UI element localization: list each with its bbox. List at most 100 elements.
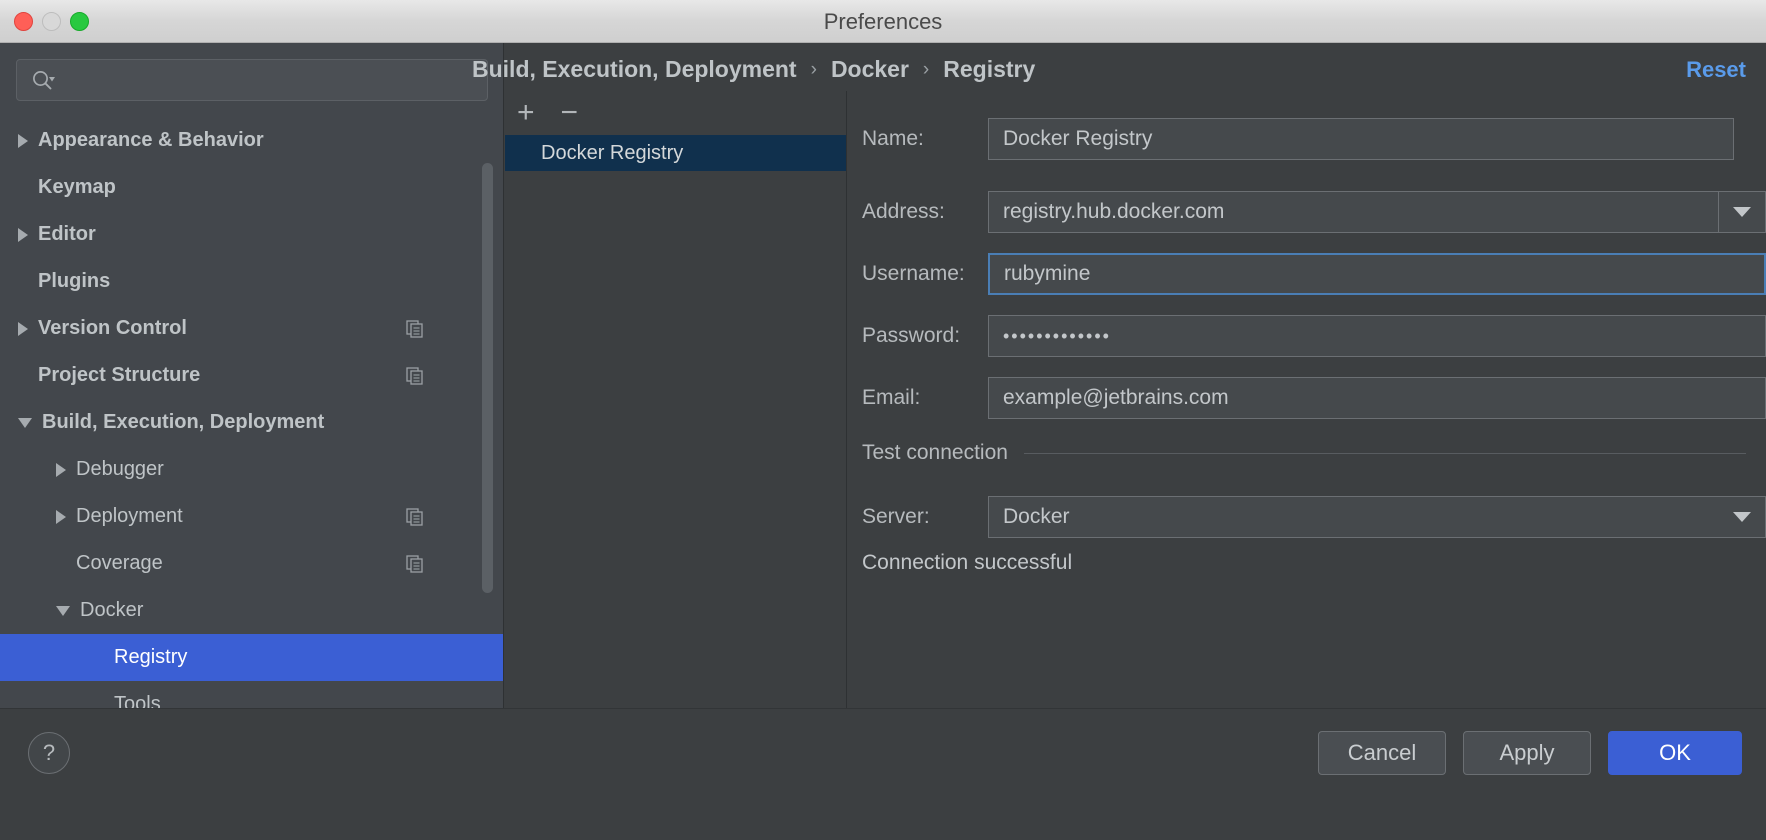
breadcrumb: Build, Execution, Deployment › Docker › Regi… (472, 48, 1035, 91)
preferences-window: Preferences Appearance & Behavior Keymap… (0, 0, 1766, 840)
sidebar-item-label: Deployment (76, 505, 183, 527)
sidebar-item-build-execution-deployment[interactable]: Build, Execution, Deployment (0, 399, 503, 446)
chevron-right-icon[interactable] (56, 462, 66, 477)
sidebar-item-label: Editor (38, 223, 96, 245)
title-bar: Preferences (0, 0, 1766, 43)
search-field-wrapper (16, 59, 488, 102)
server-combobox[interactable]: Docker (988, 496, 1766, 538)
sidebar-item-label: Appearance & Behavior (38, 129, 264, 151)
copy-settings-icon (406, 507, 424, 526)
sidebar-item-label: Version Control (38, 317, 187, 339)
sidebar-item-deployment[interactable]: Deployment (0, 493, 503, 540)
sidebar-item-project-structure[interactable]: Project Structure (0, 352, 503, 399)
copy-settings-icon (406, 319, 424, 338)
address-dropdown-button[interactable] (1718, 192, 1765, 232)
test-connection-separator: Test connection (848, 441, 1766, 465)
add-registry-button[interactable]: + (517, 98, 535, 128)
registry-list: Docker Registry (505, 135, 846, 708)
settings-sidebar: Appearance & Behavior Keymap Editor Plugins… (0, 43, 504, 746)
registry-form-panel: Build, Execution, Deployment › Docker › Regi… (472, 56, 1766, 708)
username-field-row: Username: rubymine (848, 253, 1766, 295)
username-label: Username: (862, 262, 965, 285)
sidebar-item-label: Plugins (38, 270, 111, 292)
password-masked-value: ••••••••••••• (1003, 325, 1111, 346)
sidebar-item-version-control[interactable]: Version Control (0, 305, 503, 352)
breadcrumb-bar: Build, Execution, Deployment › Docker › Regi… (472, 48, 1766, 91)
chevron-right-icon[interactable] (18, 321, 28, 336)
remove-registry-button[interactable]: − (561, 98, 579, 128)
sidebar-item-label: Project Structure (38, 364, 201, 386)
breadcrumb-separator: › (810, 58, 817, 80)
email-label: Email: (862, 386, 921, 409)
copy-settings-icon (406, 366, 424, 385)
apply-button[interactable]: Apply (1463, 731, 1591, 775)
breadcrumb-part: Registry (943, 56, 1036, 82)
list-item[interactable]: Docker Registry (505, 135, 846, 171)
chevron-down-icon (1733, 512, 1751, 522)
username-input[interactable]: rubymine (988, 253, 1766, 295)
registry-list-panel: + − Docker Registry (505, 91, 847, 708)
maximize-button[interactable] (70, 12, 89, 31)
sidebar-item-label: Debugger (76, 458, 164, 480)
address-value: registry.hub.docker.com (1003, 200, 1225, 223)
password-input[interactable]: ••••••••••••• (988, 315, 1766, 357)
separator-line (1023, 452, 1746, 454)
connection-status: Connection successful (862, 551, 1073, 574)
registry-list-toolbar: + − (505, 91, 846, 135)
test-connection-label: Test connection (862, 441, 1008, 464)
sidebar-item-registry[interactable]: Registry (0, 634, 503, 681)
name-input[interactable]: Docker Registry (988, 118, 1734, 160)
sidebar-item-appearance-behavior[interactable]: Appearance & Behavior (0, 117, 503, 164)
window-content: Appearance & Behavior Keymap Editor Plugins… (0, 43, 1766, 840)
breadcrumb-part: Build, Execution, Deployment (472, 56, 797, 82)
breadcrumb-separator: › (922, 58, 930, 80)
search-icon (31, 69, 55, 93)
chevron-down-icon[interactable] (56, 605, 70, 616)
search-box[interactable] (16, 59, 488, 102)
chevron-down-icon[interactable] (18, 417, 32, 428)
search-input[interactable] (65, 60, 479, 102)
address-combobox[interactable]: registry.hub.docker.com (988, 191, 1766, 233)
sidebar-item-label: Coverage (76, 552, 163, 574)
dialog-footer: ? Cancel Apply OK (0, 708, 1766, 840)
sidebar-item-label: Docker (80, 599, 144, 621)
help-button[interactable]: ? (28, 732, 70, 774)
address-label: Address: (862, 200, 945, 223)
chevron-right-icon[interactable] (18, 133, 28, 148)
chevron-right-icon[interactable] (56, 509, 66, 524)
breadcrumb-part: Docker (830, 56, 909, 82)
sidebar-item-keymap[interactable]: Keymap (0, 164, 503, 211)
address-field-row: Address: registry.hub.docker.com (848, 191, 1766, 233)
sidebar-item-coverage[interactable]: Coverage (0, 540, 503, 587)
sidebar-item-label: Build, Execution, Deployment (42, 411, 325, 433)
name-field-row: Name: Docker Registry (848, 118, 1766, 160)
email-field-row: Email: example@jetbrains.com (848, 377, 1766, 419)
password-field-row: Password: ••••••••••••• (848, 315, 1766, 357)
settings-tree: Appearance & Behavior Keymap Editor Plugins… (0, 117, 503, 746)
close-button[interactable] (14, 12, 33, 31)
minimize-button[interactable] (42, 12, 61, 31)
sidebar-item-debugger[interactable]: Debugger (0, 446, 503, 493)
sidebar-item-editor[interactable]: Editor (0, 211, 503, 258)
sidebar-item-docker[interactable]: Docker (0, 587, 503, 634)
ok-button[interactable]: OK (1608, 731, 1742, 775)
chevron-down-icon (1733, 207, 1751, 217)
sidebar-scrollbar[interactable] (482, 163, 493, 593)
sidebar-item-label: Registry (114, 646, 188, 668)
name-label: Name: (862, 127, 924, 150)
sidebar-item-plugins[interactable]: Plugins (0, 258, 503, 305)
reset-link[interactable]: Reset (1686, 48, 1746, 91)
server-value: Docker (1003, 505, 1070, 528)
chevron-right-icon[interactable] (18, 227, 28, 242)
cancel-button[interactable]: Cancel (1318, 731, 1446, 775)
dialog-buttons: Cancel Apply OK (1318, 731, 1742, 775)
window-title: Preferences (823, 9, 943, 34)
password-label: Password: (862, 324, 961, 347)
server-dropdown-button[interactable] (1719, 497, 1765, 537)
email-input[interactable]: example@jetbrains.com (988, 377, 1766, 419)
